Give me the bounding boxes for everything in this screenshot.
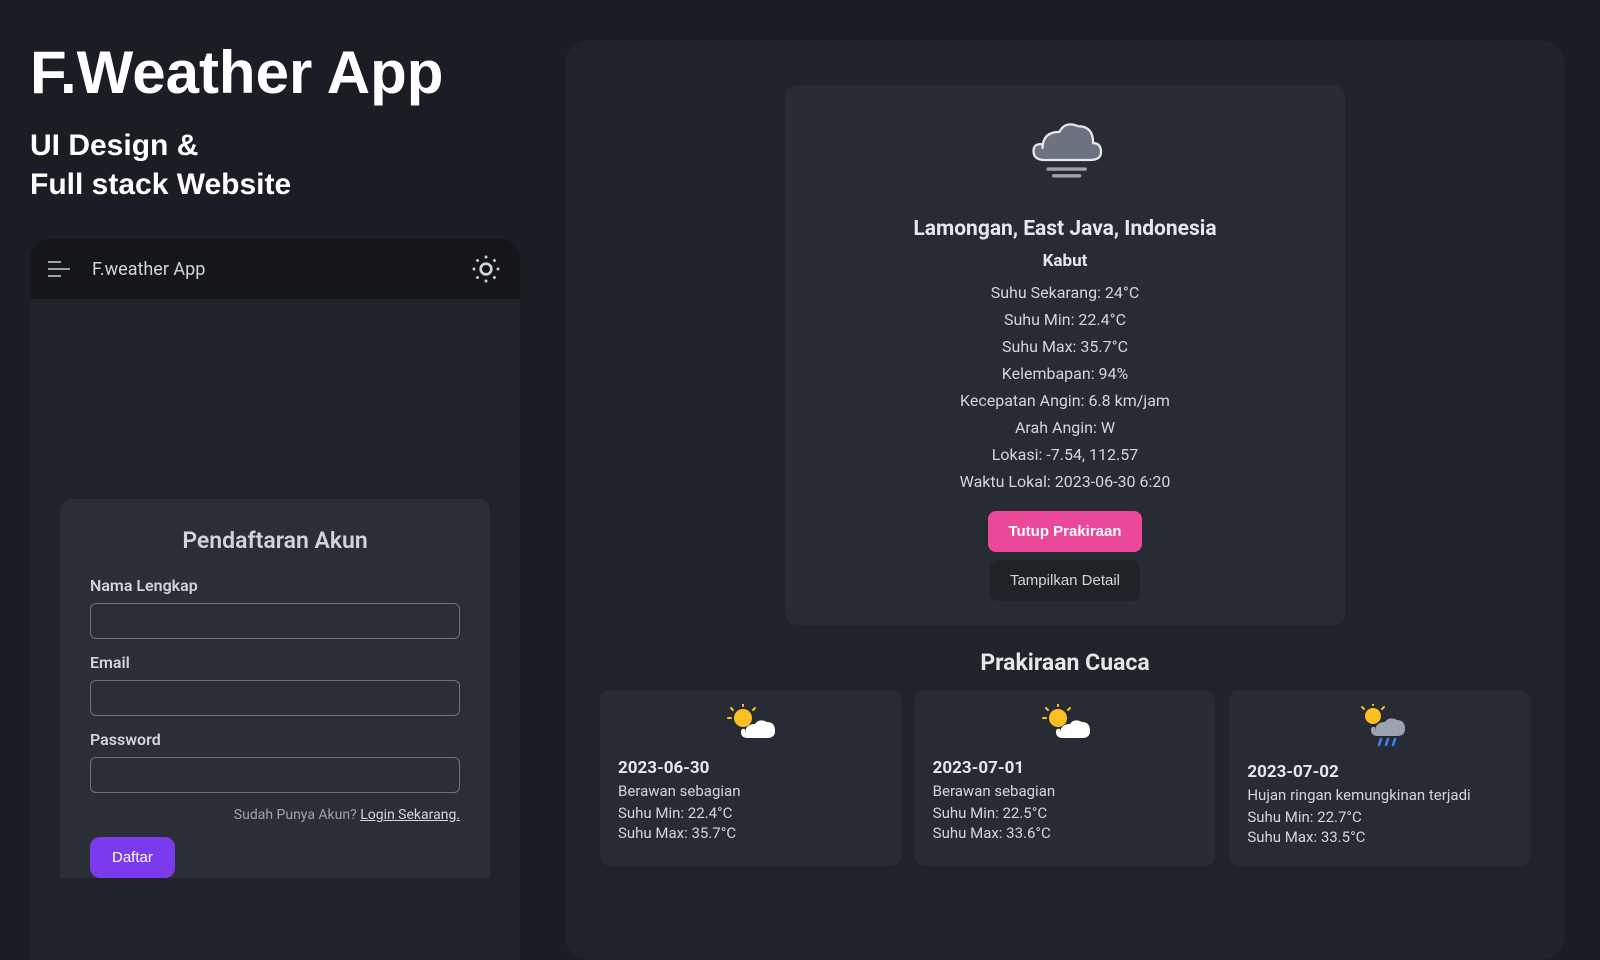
temp-min: Suhu Min: 22.4°C — [815, 310, 1315, 329]
forecast-date: 2023-07-02 — [1247, 762, 1512, 782]
partly-cloudy-icon — [618, 704, 883, 748]
forecast-max: Suhu Max: 33.5°C — [1247, 828, 1512, 846]
form-heading: Pendaftaran Akun — [90, 527, 460, 554]
register-button[interactable]: Daftar — [90, 837, 175, 878]
menu-icon[interactable] — [48, 261, 70, 277]
temp-now: Suhu Sekarang: 24°C — [815, 283, 1315, 302]
wind-direction: Arah Angin: W — [815, 418, 1315, 437]
forecast-condition: Berawan sebagian — [933, 782, 1198, 800]
name-label: Nama Lengkap — [90, 576, 460, 595]
forecast-min: Suhu Min: 22.4°C — [618, 804, 883, 822]
email-label: Email — [90, 653, 460, 672]
page-title: F.Weather App — [30, 40, 520, 106]
current-weather-card: Lamongan, East Java, Indonesia Kabut Suh… — [785, 85, 1345, 625]
partly-cloudy-icon — [933, 704, 1198, 748]
email-input[interactable] — [90, 680, 460, 716]
weather-condition: Kabut — [815, 251, 1315, 271]
forecast-date: 2023-06-30 — [618, 758, 883, 778]
forecast-row: 2023-06-30 Berawan sebagian Suhu Min: 22… — [600, 690, 1530, 866]
registration-form: Pendaftaran Akun Nama Lengkap Email Pass… — [60, 499, 490, 878]
forecast-heading: Prakiraan Cuaca — [600, 649, 1530, 676]
forecast-condition: Berawan sebagian — [618, 782, 883, 800]
forecast-card: 2023-07-02 Hujan ringan kemungkinan terj… — [1229, 690, 1530, 866]
password-label: Password — [90, 730, 460, 749]
mobile-app-title: F.weather App — [92, 259, 448, 280]
login-link[interactable]: Login Sekarang. — [360, 807, 460, 823]
close-forecast-button[interactable]: Tutup Prakiraan — [988, 511, 1141, 552]
forecast-card: 2023-06-30 Berawan sebagian Suhu Min: 22… — [600, 690, 901, 866]
rain-possible-icon — [1247, 704, 1512, 752]
forecast-min: Suhu Min: 22.7°C — [1247, 808, 1512, 826]
name-input[interactable] — [90, 603, 460, 639]
coordinates: Lokasi: -7.54, 112.57 — [815, 445, 1315, 464]
page-subtitle: UI Design &Full stack Website — [30, 126, 520, 204]
forecast-max: Suhu Max: 35.7°C — [618, 824, 883, 842]
login-hint: Sudah Punya Akun? Login Sekarang. — [90, 807, 460, 823]
show-detail-button[interactable]: Tampilkan Detail — [990, 560, 1140, 601]
forecast-condition: Hujan ringan kemungkinan terjadi — [1247, 786, 1512, 804]
wind-speed: Kecepatan Angin: 6.8 km/jam — [815, 391, 1315, 410]
mobile-header: F.weather App — [30, 239, 520, 299]
theme-toggle-icon[interactable] — [470, 253, 502, 285]
forecast-max: Suhu Max: 33.6°C — [933, 824, 1198, 842]
location: Lamongan, East Java, Indonesia — [815, 217, 1315, 241]
temp-max: Suhu Max: 35.7°C — [815, 337, 1315, 356]
local-time: Waktu Lokal: 2023-06-30 6:20 — [815, 472, 1315, 491]
fog-icon — [1020, 115, 1110, 187]
weather-preview: Lamongan, East Java, Indonesia Kabut Suh… — [565, 40, 1565, 960]
mobile-preview: F.weather App Pendaftaran Akun Nama — [30, 239, 520, 960]
forecast-date: 2023-07-01 — [933, 758, 1198, 778]
password-input[interactable] — [90, 757, 460, 793]
forecast-min: Suhu Min: 22.5°C — [933, 804, 1198, 822]
forecast-card: 2023-07-01 Berawan sebagian Suhu Min: 22… — [915, 690, 1216, 866]
humidity: Kelembapan: 94% — [815, 364, 1315, 383]
